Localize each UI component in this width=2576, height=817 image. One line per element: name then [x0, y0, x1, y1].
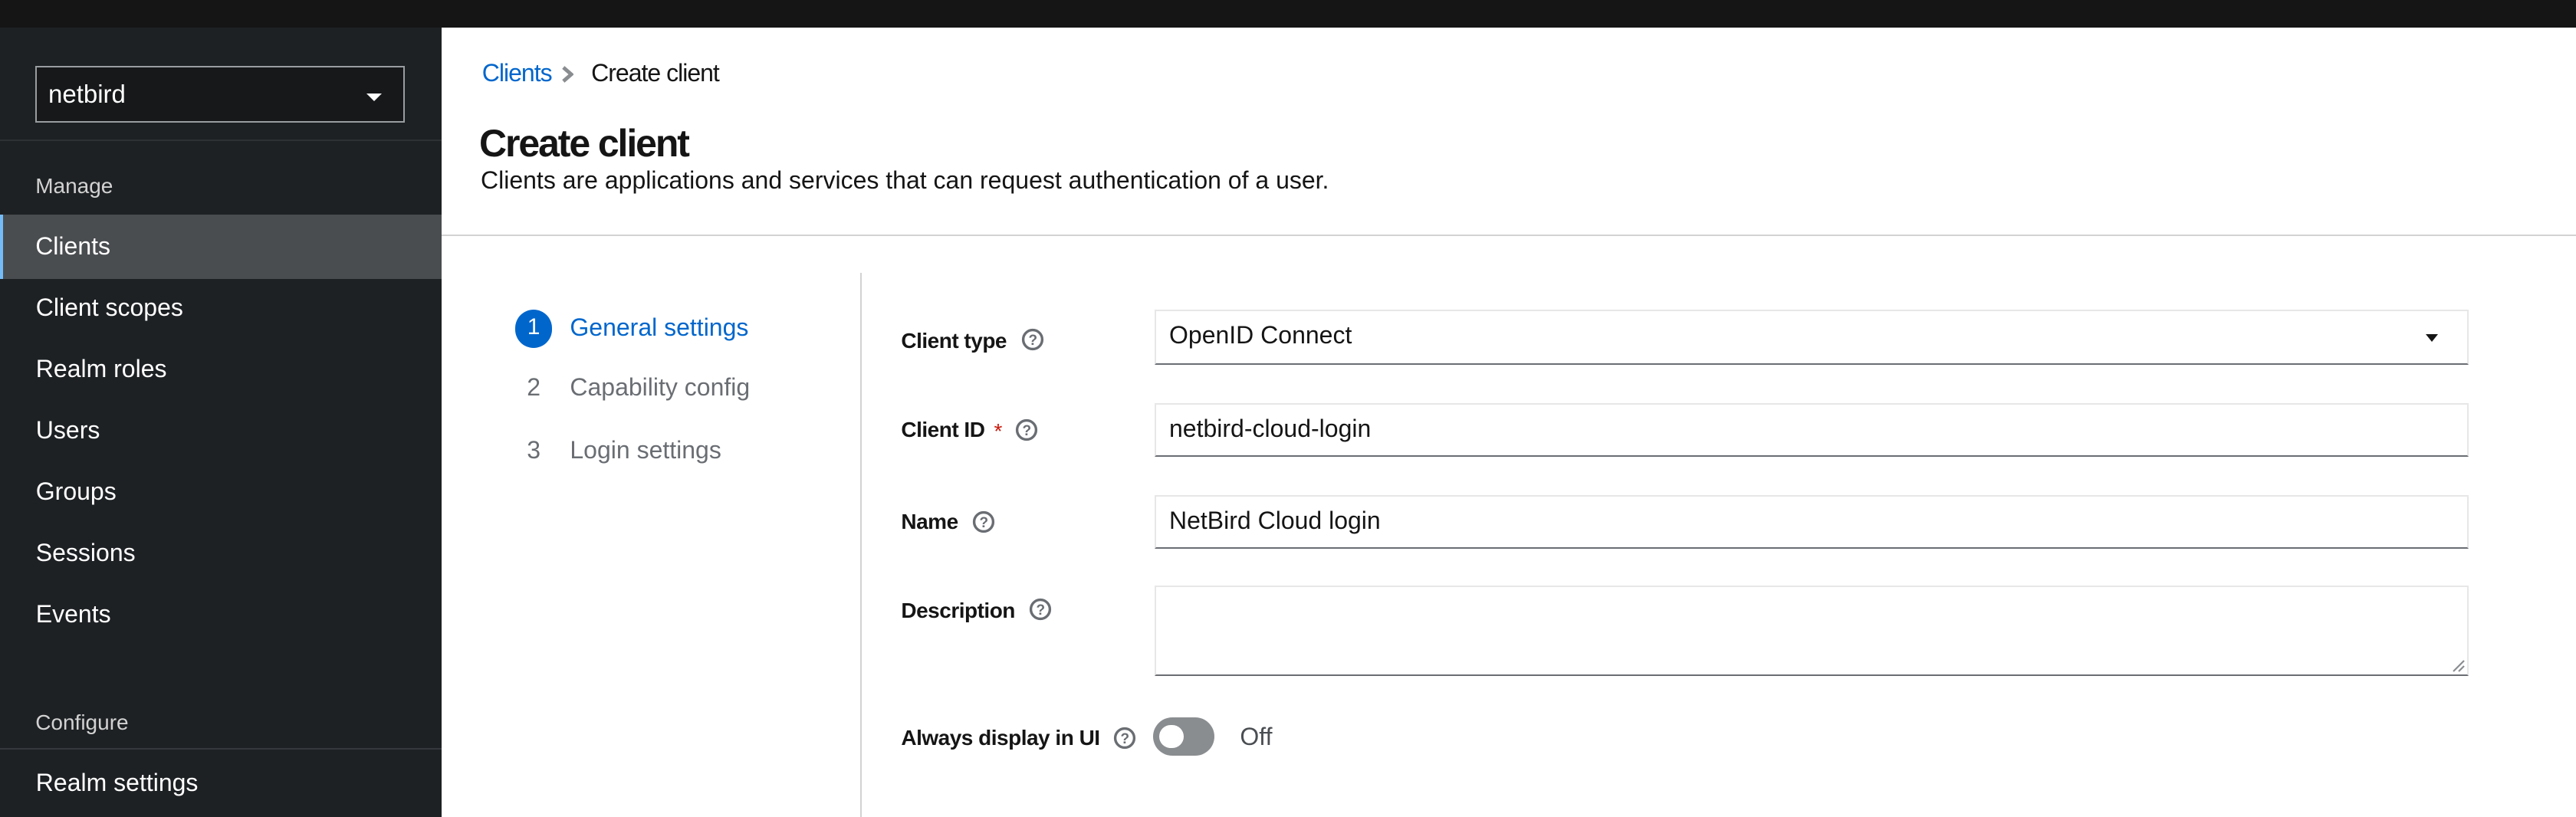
svg-text:?: ?	[1023, 422, 1031, 438]
svg-text:?: ?	[979, 514, 987, 530]
svg-text:?: ?	[1027, 333, 1036, 349]
svg-text:?: ?	[1121, 730, 1129, 746]
svg-text:?: ?	[1036, 602, 1044, 618]
